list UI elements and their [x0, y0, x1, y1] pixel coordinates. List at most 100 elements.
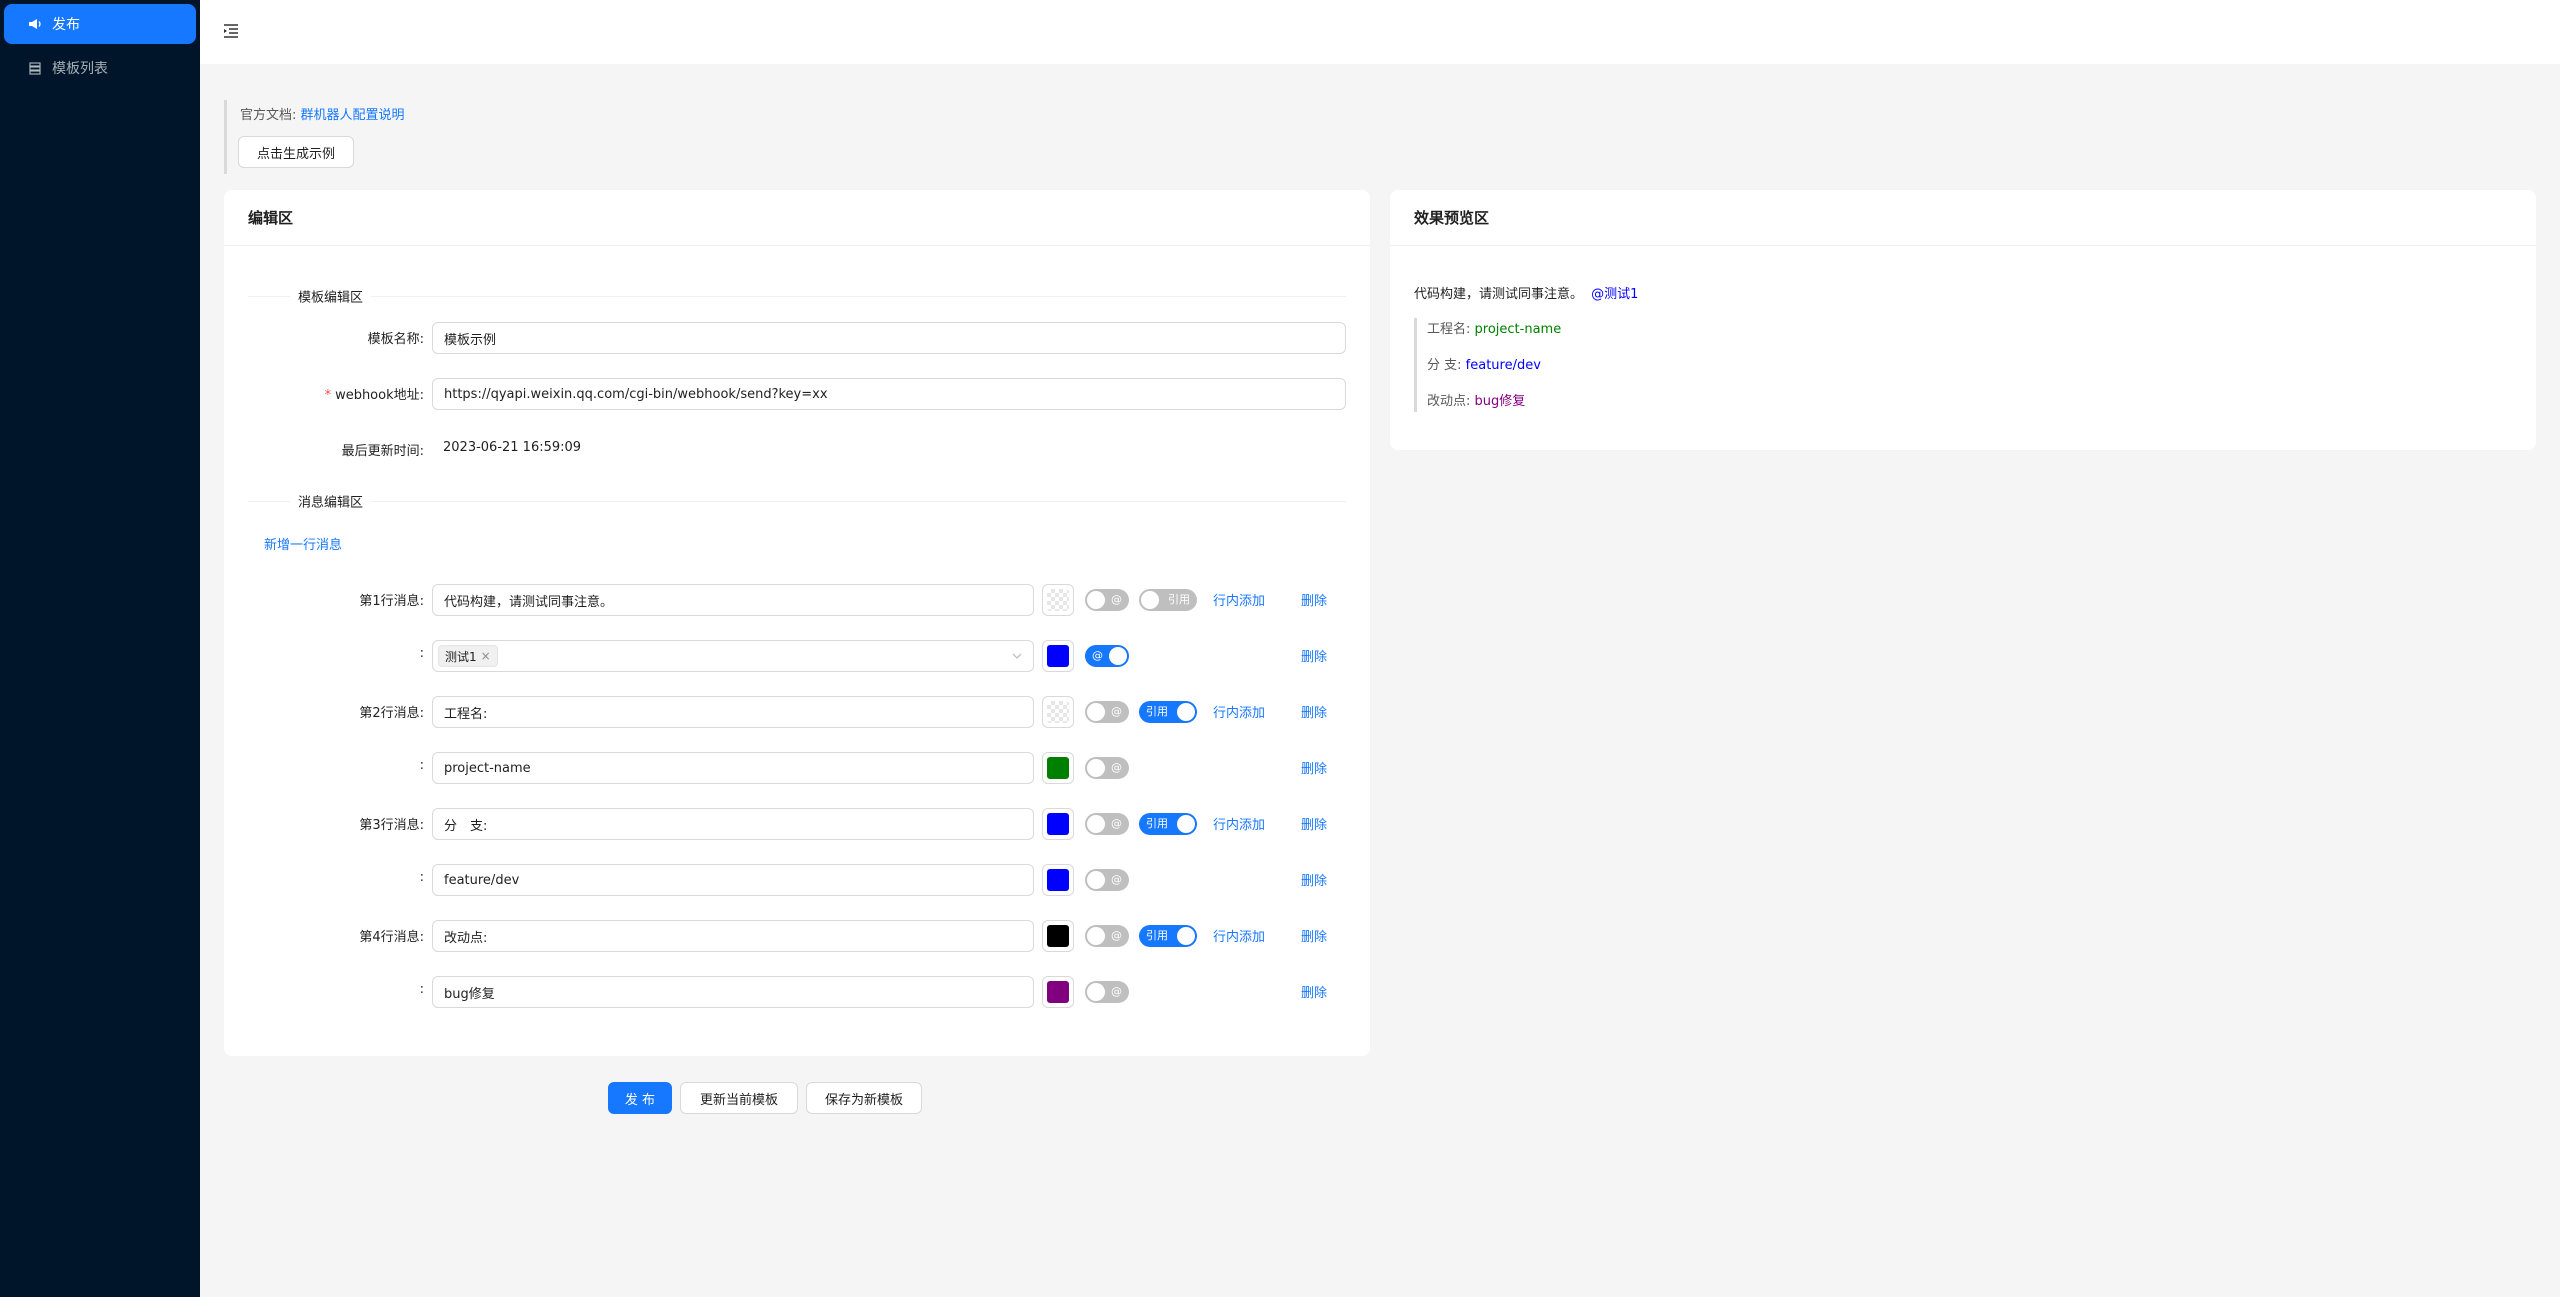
sidebar-item-label: 模板列表 — [52, 61, 108, 77]
row-4b-mention-switch[interactable]: @ — [1085, 981, 1129, 1003]
row-3b-input[interactable]: feature/dev — [432, 864, 1034, 896]
mention-switch-label: @ — [1111, 705, 1122, 718]
row-4-delete[interactable]: 删除 — [1301, 926, 1327, 945]
row-1-input[interactable]: 代码构建，请测试同事注意。 — [432, 584, 1034, 616]
mention-tag: 测试1 × — [438, 645, 498, 667]
mention-switch-label: @ — [1111, 761, 1122, 774]
color-swatch — [1047, 701, 1069, 723]
mention-select[interactable]: 测试1 × — [432, 640, 1034, 672]
color-swatch — [1047, 645, 1069, 667]
row-1b-color-picker[interactable] — [1042, 640, 1074, 672]
webhook-label-text: webhook地址: — [335, 388, 424, 403]
row-2-inline-add[interactable]: 行内添加 — [1213, 702, 1265, 721]
row-1-inline-add[interactable]: 行内添加 — [1213, 590, 1265, 609]
top-header — [200, 0, 2560, 64]
row-4-color-picker[interactable] — [1042, 920, 1074, 952]
row-3-inline-add[interactable]: 行内添加 — [1213, 814, 1265, 833]
close-icon[interactable]: × — [481, 649, 491, 663]
sidebar-item-template-list[interactable]: 模板列表 — [4, 48, 196, 88]
row-1-color-picker[interactable] — [1042, 584, 1074, 616]
color-swatch — [1047, 981, 1069, 1003]
row-3b-mention-switch[interactable]: @ — [1085, 869, 1129, 891]
color-swatch — [1047, 813, 1069, 835]
preview-title: 效果预览区 — [1390, 190, 2536, 246]
updated-label: 最后更新时间: — [341, 444, 424, 459]
row-4b-color-picker[interactable] — [1042, 976, 1074, 1008]
row-4-inline-add[interactable]: 行内添加 — [1213, 926, 1265, 945]
list-icon — [28, 61, 42, 75]
row-1b-delete[interactable]: 删除 — [1301, 646, 1327, 665]
mention-switch-label: @ — [1111, 929, 1122, 942]
row-4b-input[interactable]: bug修复 — [432, 976, 1034, 1008]
message-section-title: 消息编辑区 — [290, 491, 372, 511]
publish-button[interactable]: 发 布 — [608, 1082, 672, 1114]
doc-line: 官方文档: 群机器人配置说明 — [240, 104, 405, 123]
editor-card: 编辑区 模板编辑区 模板名称: 模板示例 * webhook地址: https:/… — [224, 190, 1370, 1056]
row-4b-delete[interactable]: 删除 — [1301, 982, 1327, 1001]
row-3-color-picker[interactable] — [1042, 808, 1074, 840]
row-2b-input[interactable]: project-name — [432, 752, 1034, 784]
color-swatch — [1047, 589, 1069, 611]
mention-switch-label: @ — [1111, 817, 1122, 830]
color-swatch — [1047, 869, 1069, 891]
row-1-delete[interactable]: 删除 — [1301, 590, 1327, 609]
generate-example-button[interactable]: 点击生成示例 — [238, 136, 354, 168]
row-3-quote-switch[interactable]: 引用 — [1139, 813, 1197, 835]
row-1b-mention-switch[interactable]: @ — [1085, 645, 1129, 667]
sidebar-item-publish[interactable]: 发布 — [4, 4, 196, 44]
row-1b-label: : — [419, 646, 424, 661]
doc-alert: 官方文档: 群机器人配置说明 点击生成示例 — [224, 100, 405, 174]
webhook-label: * webhook地址: — [324, 388, 424, 403]
doc-link[interactable]: 群机器人配置说明 — [301, 108, 405, 123]
row-4-label: 第4行消息: — [359, 930, 424, 945]
updated-value: 2023-06-21 16:59:09 — [443, 440, 582, 455]
row-3-delete[interactable]: 删除 — [1301, 814, 1327, 833]
row-2-color-picker[interactable] — [1042, 696, 1074, 728]
row-2-mention-switch[interactable]: @ — [1085, 701, 1129, 723]
divider — [248, 296, 1346, 297]
chevron-down-icon — [1011, 650, 1023, 662]
update-template-button[interactable]: 更新当前模板 — [680, 1082, 798, 1114]
webhook-input[interactable]: https://qyapi.weixin.qq.com/cgi-bin/webh… — [432, 378, 1346, 410]
mention-switch-label: @ — [1111, 873, 1122, 886]
row-2-label: 第2行消息: — [359, 706, 424, 721]
quote-switch-label: 引用 — [1146, 817, 1168, 830]
doc-prefix: 官方文档: — [240, 108, 297, 123]
row-2-delete[interactable]: 删除 — [1301, 702, 1327, 721]
row-2b-color-picker[interactable] — [1042, 752, 1074, 784]
sidebar-item-label: 发布 — [52, 17, 80, 33]
sidebar: 发布 模板列表 — [0, 0, 200, 1297]
row-3-mention-switch[interactable]: @ — [1085, 813, 1129, 835]
color-swatch — [1047, 757, 1069, 779]
quote-switch-label: 引用 — [1146, 705, 1168, 718]
template-name-input[interactable]: 模板示例 — [432, 322, 1346, 354]
preview-card: 效果预览区 代码构建，请测试同事注意。 @测试1 工程名: project-na… — [1390, 190, 2536, 450]
save-new-template-button[interactable]: 保存为新模板 — [806, 1082, 922, 1114]
row-3-input[interactable]: 分 支: — [432, 808, 1034, 840]
row-3b-delete[interactable]: 删除 — [1301, 870, 1327, 889]
row-3-label: 第3行消息: — [359, 818, 424, 833]
preview-quote-line: 分 支: feature/dev — [1427, 354, 1541, 373]
row-3b-label: : — [419, 870, 424, 885]
add-line-link[interactable]: 新增一行消息 — [264, 534, 342, 553]
row-4-mention-switch[interactable]: @ — [1085, 925, 1129, 947]
divider — [248, 501, 1346, 502]
row-2b-delete[interactable]: 删除 — [1301, 758, 1327, 777]
row-2-input[interactable]: 工程名: — [432, 696, 1034, 728]
row-2b-mention-switch[interactable]: @ — [1085, 757, 1129, 779]
menu-fold-icon[interactable] — [222, 22, 242, 42]
quote-value: bug修复 — [1474, 394, 1526, 409]
editor-title: 编辑区 — [224, 190, 1370, 246]
row-1-quote-switch[interactable]: 引用 — [1139, 589, 1197, 611]
quote-value: feature/dev — [1465, 358, 1541, 373]
quote-key: 工程名: — [1427, 322, 1471, 337]
row-1-label: 第1行消息: — [359, 594, 424, 609]
quote-switch-label: 引用 — [1168, 593, 1190, 606]
row-2-quote-switch[interactable]: 引用 — [1139, 701, 1197, 723]
row-1-mention-switch[interactable]: @ — [1085, 589, 1129, 611]
row-4-input[interactable]: 改动点: — [432, 920, 1034, 952]
preview-quote: 工程名: project-name 分 支: feature/dev 改动点: … — [1414, 318, 1561, 412]
row-3b-color-picker[interactable] — [1042, 864, 1074, 896]
row-4-quote-switch[interactable]: 引用 — [1139, 925, 1197, 947]
mention-switch-label: @ — [1111, 985, 1122, 998]
